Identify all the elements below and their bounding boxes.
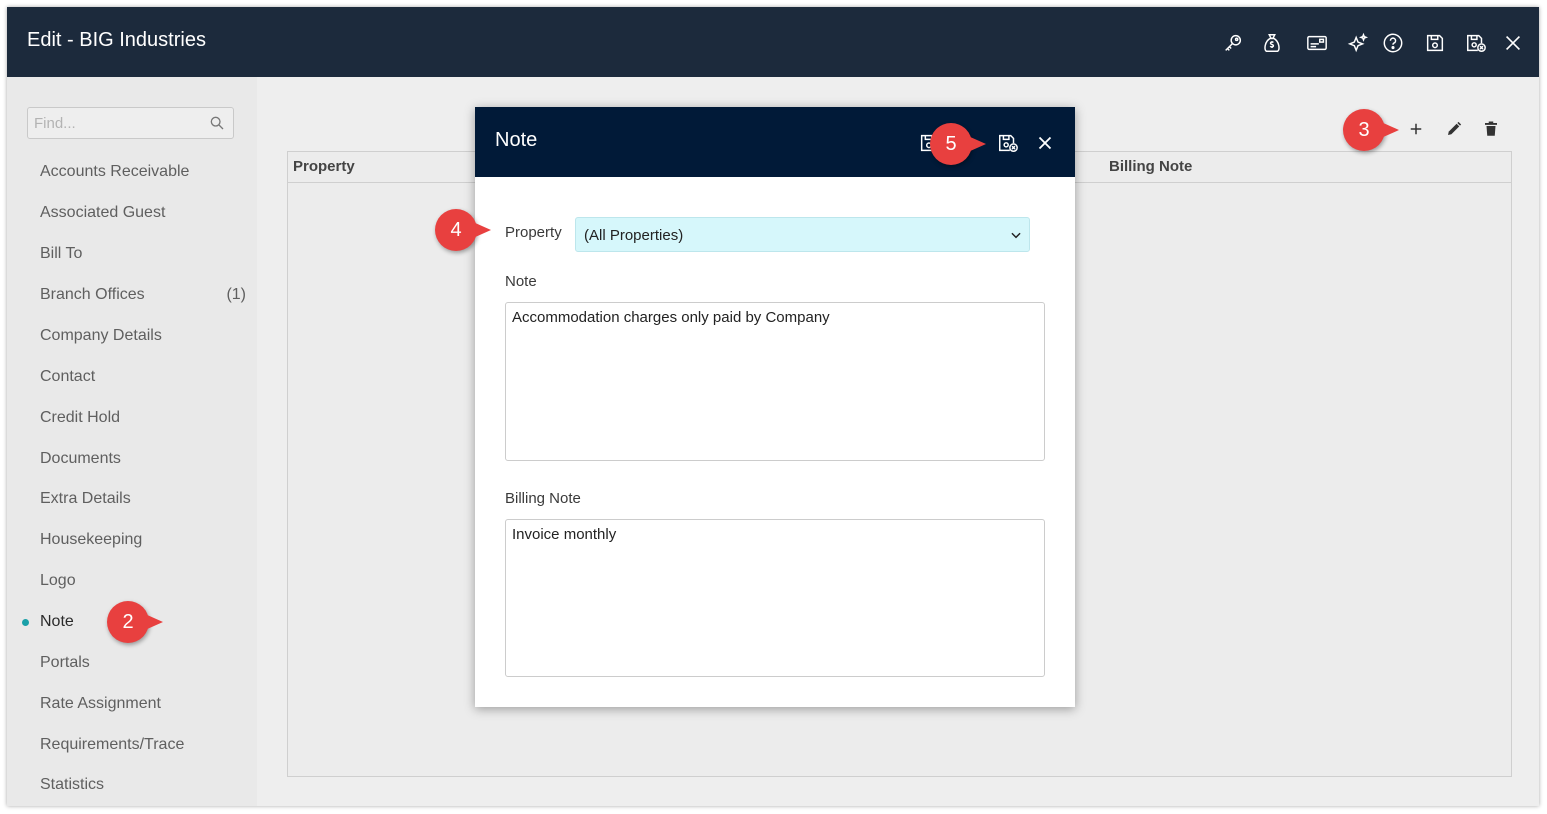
dialog-title: Note xyxy=(495,129,538,151)
title-bar: Edit - BIG Industries xyxy=(7,7,1539,77)
save-icon[interactable] xyxy=(1423,31,1447,55)
column-header-property[interactable]: Property xyxy=(293,158,355,175)
money-bag-icon[interactable] xyxy=(1260,31,1284,55)
note-label: Note xyxy=(505,273,537,290)
branch-offices-count: (1) xyxy=(226,286,246,303)
search-input[interactable] xyxy=(28,108,210,138)
property-label: Property xyxy=(505,224,562,241)
add-icon[interactable] xyxy=(1405,118,1427,140)
search-icon[interactable] xyxy=(209,115,225,131)
help-icon[interactable] xyxy=(1381,31,1405,55)
sidebar-item-bill-to[interactable]: Bill To xyxy=(40,240,250,268)
property-select-value: (All Properties) xyxy=(584,227,684,244)
sidebar-item-portals[interactable]: Portals xyxy=(40,649,250,677)
delete-icon[interactable] xyxy=(1480,118,1502,140)
search-box xyxy=(27,107,234,139)
callout-4: 4 xyxy=(435,209,491,251)
sidebar-item-associated-guest[interactable]: Associated Guest xyxy=(40,199,250,227)
sidebar-item-statistics[interactable]: Statistics xyxy=(40,771,250,799)
sparkle-icon[interactable] xyxy=(1346,31,1370,55)
sidebar-item-rate-assignment[interactable]: Rate Assignment xyxy=(40,690,250,718)
note-textarea[interactable]: Accommodation charges only paid by Compa… xyxy=(505,302,1045,461)
billing-note-textarea[interactable]: Invoice monthly xyxy=(505,519,1045,677)
sidebar-item-extra-details[interactable]: Extra Details xyxy=(40,485,250,513)
column-header-billing-note[interactable]: Billing Note xyxy=(1109,158,1192,175)
sidebar-item-requirements-trace[interactable]: Requirements/Trace xyxy=(40,731,250,759)
sidebar-item-logo[interactable]: Logo xyxy=(40,567,250,595)
dialog-close-icon[interactable] xyxy=(1032,130,1058,156)
billing-note-label: Billing Note xyxy=(505,490,581,507)
close-icon[interactable] xyxy=(1501,31,1525,55)
save-close-icon[interactable] xyxy=(1464,31,1488,55)
key-icon[interactable] xyxy=(1221,31,1245,55)
note-dialog: Note Property (All Properties) Note Acco… xyxy=(475,107,1075,707)
callout-3: 3 xyxy=(1343,109,1399,151)
chevron-down-icon xyxy=(1011,232,1021,239)
callout-5: 5 xyxy=(930,123,986,165)
window-title: Edit - BIG Industries xyxy=(27,29,206,51)
dialog-save-close-icon[interactable] xyxy=(995,130,1021,156)
sidebar-item-documents[interactable]: Documents xyxy=(40,445,250,473)
sidebar-item-branch-offices[interactable]: Branch Offices (1) xyxy=(40,281,250,309)
sidebar-item-company-details[interactable]: Company Details xyxy=(40,322,250,350)
sidebar-item-contact[interactable]: Contact xyxy=(40,363,250,391)
sidebar-item-housekeeping[interactable]: Housekeeping xyxy=(40,526,250,554)
property-select[interactable]: (All Properties) xyxy=(575,217,1030,252)
edit-icon[interactable] xyxy=(1443,118,1465,140)
sidebar: Accounts Receivable Associated Guest Bil… xyxy=(7,77,257,806)
sidebar-item-credit-hold[interactable]: Credit Hold xyxy=(40,404,250,432)
callout-2: 2 xyxy=(107,601,163,643)
sidebar-item-accounts-receivable[interactable]: Accounts Receivable xyxy=(40,158,250,186)
card-icon[interactable] xyxy=(1305,31,1329,55)
active-indicator xyxy=(22,619,29,626)
